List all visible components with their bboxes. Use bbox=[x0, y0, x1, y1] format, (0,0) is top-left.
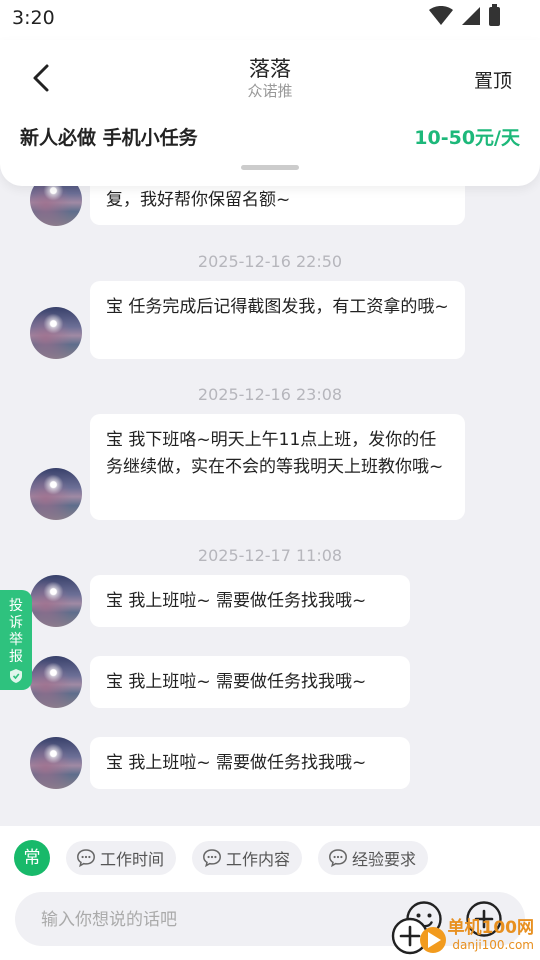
message-bubble: 宝 我上班啦~ 需要做任务找我哦~ bbox=[90, 656, 410, 708]
chat-header: 落落 众诺推 置顶 新人必做 手机小任务 10-50元/天 bbox=[0, 40, 540, 186]
quick-reply-label: 工作内容 bbox=[226, 850, 291, 869]
status-bar: 3:20 bbox=[0, 0, 540, 40]
contact-name: 落落 bbox=[249, 57, 291, 81]
watermark: 单机100网 danji100.com bbox=[448, 918, 535, 952]
battery-icon bbox=[489, 3, 500, 26]
message-bubble: 宝 我下班咯~明天上午11点上班，发你的任务继续做，实在不会的等我明天上班教你哦… bbox=[90, 414, 465, 520]
quick-reply-chip[interactable]: 经验要求 bbox=[318, 841, 429, 875]
drag-handle[interactable] bbox=[241, 165, 299, 170]
pin-button[interactable]: 置顶 bbox=[474, 66, 512, 93]
wifi-icon bbox=[429, 6, 453, 25]
message-bubble: 宝 我上班啦~ 需要做任务找我哦~ bbox=[90, 575, 410, 627]
watermark-url: danji100.com bbox=[452, 938, 534, 952]
chat-bubble-icon bbox=[329, 849, 347, 868]
chat-bubble-icon bbox=[77, 849, 95, 868]
message-input[interactable] bbox=[39, 892, 383, 948]
common-phrases-button[interactable]: 常 bbox=[14, 840, 50, 876]
signal-icon bbox=[462, 7, 480, 25]
task-pay: 10-50元/天 bbox=[414, 127, 520, 149]
avatar[interactable] bbox=[30, 575, 82, 627]
avatar[interactable] bbox=[30, 737, 82, 789]
message-bubble: 宝 我上班啦~ 需要做任务找我哦~ bbox=[90, 737, 410, 789]
report-tab[interactable]: 投诉举报 bbox=[0, 590, 32, 690]
title-block: 落落 众诺推 bbox=[0, 56, 540, 100]
shield-icon bbox=[10, 669, 22, 683]
watermark-logo-icon bbox=[391, 917, 446, 955]
avatar[interactable] bbox=[30, 468, 82, 520]
avatar[interactable] bbox=[30, 656, 82, 708]
avatar[interactable] bbox=[30, 307, 82, 359]
chat-bubble-icon bbox=[203, 849, 221, 868]
quick-reply-label: 经验要求 bbox=[352, 850, 417, 869]
message-timestamp: 2025-12-17 11:08 bbox=[197, 546, 343, 565]
quick-replies: 常 工作时间 工作内容 经验要求 bbox=[14, 840, 429, 876]
quick-reply-chip[interactable]: 工作时间 bbox=[66, 841, 177, 875]
status-time: 3:20 bbox=[12, 7, 55, 29]
message-bubble: 宝 任务完成后记得截图发我，有工资拿的哦~ bbox=[90, 281, 465, 359]
message-timestamp: 2025-12-16 22:50 bbox=[197, 252, 343, 271]
contact-subtitle: 众诺推 bbox=[247, 82, 293, 100]
quick-reply-chip[interactable]: 工作内容 bbox=[192, 841, 303, 875]
task-title[interactable]: 新人必做 手机小任务 bbox=[20, 123, 198, 150]
input-panel: 常 工作时间 工作内容 经验要求 输入你想说的话吧 单机100网 danji10… bbox=[0, 826, 540, 960]
message-timestamp: 2025-12-16 23:08 bbox=[197, 385, 343, 404]
watermark-name: 单机100网 bbox=[447, 918, 535, 938]
report-tab-label: 投诉举报 bbox=[9, 598, 23, 665]
quick-reply-label: 工作时间 bbox=[100, 850, 165, 869]
